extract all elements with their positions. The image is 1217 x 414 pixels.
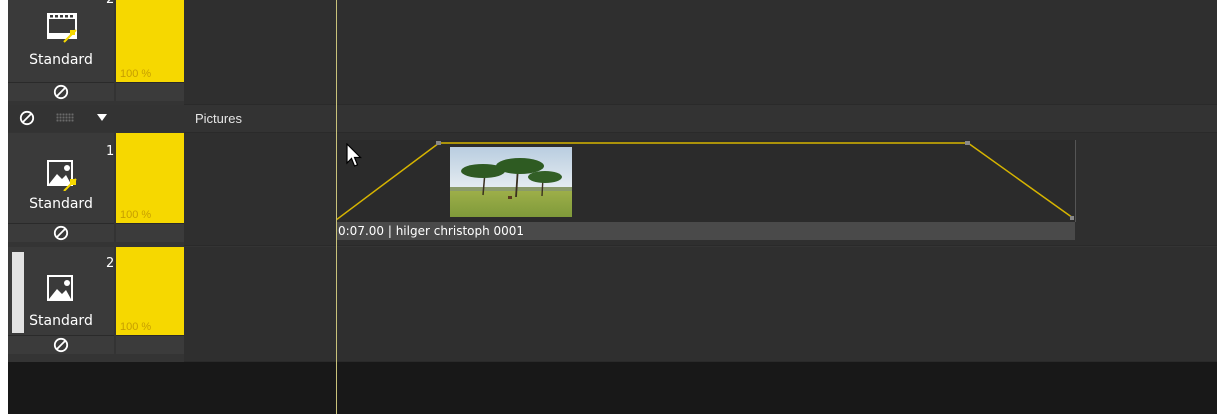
dropdown-icon[interactable] (96, 113, 108, 122)
grid-icon[interactable] (56, 113, 74, 122)
opacity-toggle[interactable] (116, 335, 184, 354)
opacity-value: 100 % (120, 68, 152, 80)
clip-caption: 0:07.00 | hilger christoph 0001 (338, 224, 525, 238)
clip[interactable]: 0:07.00 | hilger christoph 0001 (336, 140, 1076, 240)
track-number: 1 (106, 144, 115, 159)
mute-button[interactable] (8, 223, 114, 242)
empty-area (8, 362, 1217, 414)
video-track-icon (47, 13, 77, 43)
track-number: 2 (106, 256, 115, 271)
track-header-1[interactable]: 1 Standard 100 % (8, 133, 184, 245)
opacity-toggle[interactable] (116, 223, 184, 242)
group-name: Pictures (195, 111, 242, 126)
track-controls (8, 335, 184, 354)
track-label: Standard (29, 52, 93, 68)
track-controls (8, 223, 184, 242)
group-header-area (184, 105, 1217, 132)
timeline-panel: 2 Standard 100 % (8, 0, 1217, 414)
mute-button[interactable] (8, 82, 114, 101)
track-area-top (184, 0, 1217, 104)
mute-icon (53, 337, 69, 353)
mute-icon (53, 225, 69, 241)
track-number: 2 (106, 0, 114, 7)
cursor-icon (346, 143, 362, 167)
track-icon-cell[interactable]: 2 Standard (8, 247, 114, 335)
opacity-bar[interactable]: 100 % (116, 247, 184, 335)
picture-track-icon (47, 275, 73, 301)
track-header-2[interactable]: 2 Standard 100 % (8, 247, 184, 361)
picture-track-icon (47, 160, 77, 191)
opacity-value: 100 % (120, 209, 152, 221)
mute-icon[interactable] (19, 110, 35, 126)
clip-thumbnail (450, 147, 572, 217)
opacity-toggle[interactable] (116, 82, 184, 101)
track-controls (8, 82, 184, 101)
track-label: Standard (29, 313, 93, 329)
playhead[interactable] (336, 0, 337, 414)
track-icon-cell[interactable]: 1 Standard (8, 133, 114, 227)
mute-button[interactable] (8, 335, 114, 354)
clip-caption-bar: 0:07.00 | hilger christoph 0001 (336, 222, 1075, 240)
opacity-bar[interactable]: 100 % (116, 0, 184, 82)
mute-icon (53, 84, 69, 100)
group-header[interactable] (8, 105, 184, 132)
opacity-value: 100 % (120, 321, 152, 333)
track-icon-cell[interactable]: 2 Standard (8, 0, 114, 82)
opacity-bar[interactable]: 100 % (116, 133, 184, 223)
track-area-2 (184, 247, 1217, 361)
track-label: Standard (29, 196, 93, 212)
track-header-top[interactable]: 2 Standard 100 % (8, 0, 184, 104)
opacity-envelope[interactable] (336, 140, 1075, 222)
